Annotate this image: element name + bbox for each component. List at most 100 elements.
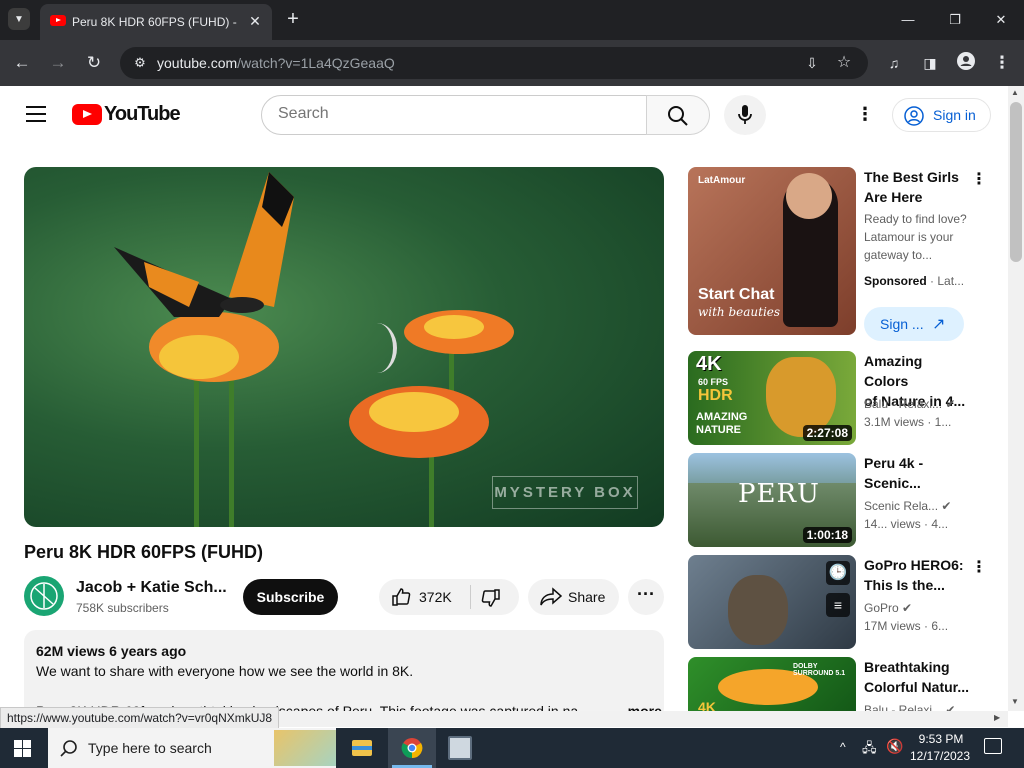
more-actions-icon[interactable]: ··· — [628, 579, 664, 615]
reload-button[interactable]: ↻ — [83, 52, 105, 74]
install-app-icon[interactable]: ⇩ — [802, 53, 822, 73]
minimize-button[interactable]: — — [893, 8, 923, 32]
side-panel-icon[interactable]: ◨ — [919, 52, 941, 74]
like-divider — [470, 585, 471, 609]
ad-model-face — [786, 173, 832, 219]
thumb-text: PERU — [738, 479, 820, 509]
profile-icon[interactable] — [955, 52, 977, 74]
tab-search-button[interactable]: ▼ — [8, 8, 30, 30]
account-icon — [904, 106, 924, 126]
video-title[interactable]: GoPro HERO6: This Is the... — [864, 555, 970, 595]
tab-close-icon[interactable]: ✕ — [246, 12, 264, 30]
taskbar-search-box[interactable]: Type here to search — [48, 728, 336, 768]
video-watermark: MYSTERY BOX — [492, 476, 638, 509]
ad-brand-label: LatAmour — [698, 175, 746, 186]
notification-center-icon[interactable] — [984, 738, 1002, 754]
scroll-right-arrow-icon[interactable]: ▶ — [994, 713, 1000, 722]
youtube-logo-icon[interactable] — [72, 104, 102, 125]
back-button[interactable]: ← — [11, 52, 33, 74]
sidebar-video-item[interactable]: 4K 60 FPS HDR AMAZING NATURE 2:27:08 Ama… — [688, 351, 988, 447]
settings-kebab-icon[interactable]: ⋮ — [856, 104, 874, 124]
watch-later-icon[interactable]: 🕒 — [826, 561, 850, 585]
like-dislike-group: 372K — [379, 579, 519, 615]
chrome-menu-icon[interactable]: ⋮ — [991, 52, 1013, 74]
channel-name[interactable]: Jacob + Katie Sch... — [76, 579, 226, 597]
loading-spinner-icon — [357, 323, 397, 373]
video-player[interactable]: MYSTERY BOX — [24, 167, 664, 527]
browser-tab[interactable]: Peru 8K HDR 60FPS (FUHD) - Yo ✕ — [40, 4, 272, 40]
thumbs-down-icon[interactable] — [481, 588, 501, 608]
youtube-wordmark[interactable]: YouTube — [104, 103, 181, 126]
like-count[interactable]: 372K — [419, 589, 452, 605]
video-title[interactable]: Peru 4k - Scenic... — [864, 453, 970, 493]
volume-muted-icon[interactable]: 🔇 — [886, 738, 903, 755]
channel-name[interactable]: GoPro ✔ — [864, 599, 912, 617]
video-title[interactable]: Breathtaking Colorful Natur... — [864, 657, 970, 697]
close-window-button[interactable]: ✕ — [986, 8, 1016, 32]
windows-start-icon[interactable] — [14, 740, 31, 757]
add-to-queue-icon[interactable]: ≡ — [826, 593, 850, 617]
advertiser-name: · Lat... — [930, 274, 965, 288]
forward-button[interactable]: → — [47, 52, 69, 74]
channel-name-text: Scenic Rela... — [864, 499, 939, 513]
channel-name[interactable]: Balu - Relaxi... ✔ — [864, 701, 955, 711]
channel-name-text: Balu - Relaxi... — [864, 397, 943, 411]
url-path: /watch?v=1La4QzGeaaQ — [237, 55, 395, 71]
app-window-icon[interactable] — [448, 736, 472, 760]
video-stats: 17M views · 6... — [864, 619, 949, 633]
sidebar-video-item[interactable]: DOLBY SURROUND 5.1 4K Breathtaking Colorf… — [688, 657, 988, 711]
title-line: Breathtaking — [864, 659, 950, 675]
windows-taskbar: Type here to search ^ 🖧 🔇 9:53 PM 12/17/… — [0, 728, 1024, 768]
clock-date[interactable]: 12/17/2023 — [908, 749, 972, 763]
site-info-icon[interactable]: ⚙ — [132, 55, 148, 71]
sidebar-ad[interactable]: LatAmour Start Chat with beauties The Be… — [688, 167, 988, 343]
sidebar-video-item[interactable]: PERU 1:00:18 Peru 4k - Scenic... Scenic R… — [688, 453, 988, 549]
video-thumbnail[interactable]: DOLBY SURROUND 5.1 4K — [688, 657, 856, 711]
ad-cta-button[interactable]: Sign ... ↗ — [864, 307, 964, 341]
network-icon[interactable]: 🖧 — [862, 739, 877, 761]
search-button[interactable] — [646, 95, 710, 135]
new-tab-button[interactable]: + — [283, 9, 303, 29]
bookmark-star-icon[interactable]: ☆ — [834, 53, 854, 73]
verified-icon: ✔ — [902, 601, 913, 615]
scroll-up-arrow-icon[interactable]: ▲ — [1011, 88, 1019, 97]
chrome-icon — [401, 738, 423, 759]
scroll-down-arrow-icon[interactable]: ▼ — [1011, 697, 1019, 706]
description-line: We want to share with everyone how we se… — [36, 663, 414, 679]
search-input[interactable] — [278, 105, 618, 123]
subscribe-button[interactable]: Subscribe — [243, 579, 338, 615]
ad-description: Ready to find love? — [864, 212, 967, 226]
thumbs-up-icon[interactable] — [391, 587, 411, 607]
video-thumbnail[interactable]: 🕒 ≡ — [688, 555, 856, 649]
url-text[interactable]: youtube.com/watch?v=1La4QzGeaaQ — [157, 55, 395, 71]
voice-search-button[interactable] — [724, 95, 766, 135]
file-explorer-icon[interactable] — [348, 734, 376, 762]
ad-cta-label: Sign ... — [880, 316, 924, 332]
restore-button[interactable]: ❐ — [940, 8, 970, 32]
thumb-text: AMAZING — [696, 411, 748, 423]
verified-icon: ✔ — [945, 703, 956, 711]
media-control-icon[interactable]: ♫ — [883, 52, 905, 74]
share-button[interactable]: Share — [528, 579, 619, 615]
vertical-scrollbar-thumb[interactable] — [1010, 102, 1022, 262]
channel-name-text: GoPro — [864, 601, 899, 615]
thumb-text: 4K — [698, 699, 716, 711]
clock-time[interactable]: 9:53 PM — [917, 732, 965, 746]
video-thumbnail[interactable]: PERU 1:00:18 — [688, 453, 856, 547]
ad-title: The Best Girls Are Here — [864, 167, 970, 207]
chrome-taskbar-button[interactable] — [388, 728, 436, 768]
ad-kebab-icon[interactable]: ⋮ — [971, 169, 987, 189]
video-kebab-icon[interactable]: ⋮ — [971, 557, 987, 577]
video-title: Peru 8K HDR 60FPS (FUHD) — [24, 542, 264, 562]
channel-name[interactable]: Scenic Rela... ✔ — [864, 497, 951, 515]
ad-thumbnail[interactable]: LatAmour Start Chat with beauties — [688, 167, 856, 335]
title-line: Scenic... — [864, 475, 921, 491]
sign-in-button[interactable]: Sign in — [892, 98, 991, 132]
show-hidden-icons-icon[interactable]: ^ — [840, 740, 846, 754]
hamburger-menu-icon[interactable] — [26, 106, 46, 122]
channel-name[interactable]: Balu - Relaxi... ✔ — [864, 395, 955, 413]
channel-avatar[interactable] — [24, 576, 64, 616]
address-bar[interactable]: ⚙ youtube.com/watch?v=1La4QzGeaaQ ⇩ ☆ — [120, 47, 868, 79]
sidebar-video-item[interactable]: 🕒 ≡ GoPro HERO6: This Is the... GoPro ✔ 1… — [688, 555, 988, 651]
video-thumbnail[interactable]: 4K 60 FPS HDR AMAZING NATURE 2:27:08 — [688, 351, 856, 445]
